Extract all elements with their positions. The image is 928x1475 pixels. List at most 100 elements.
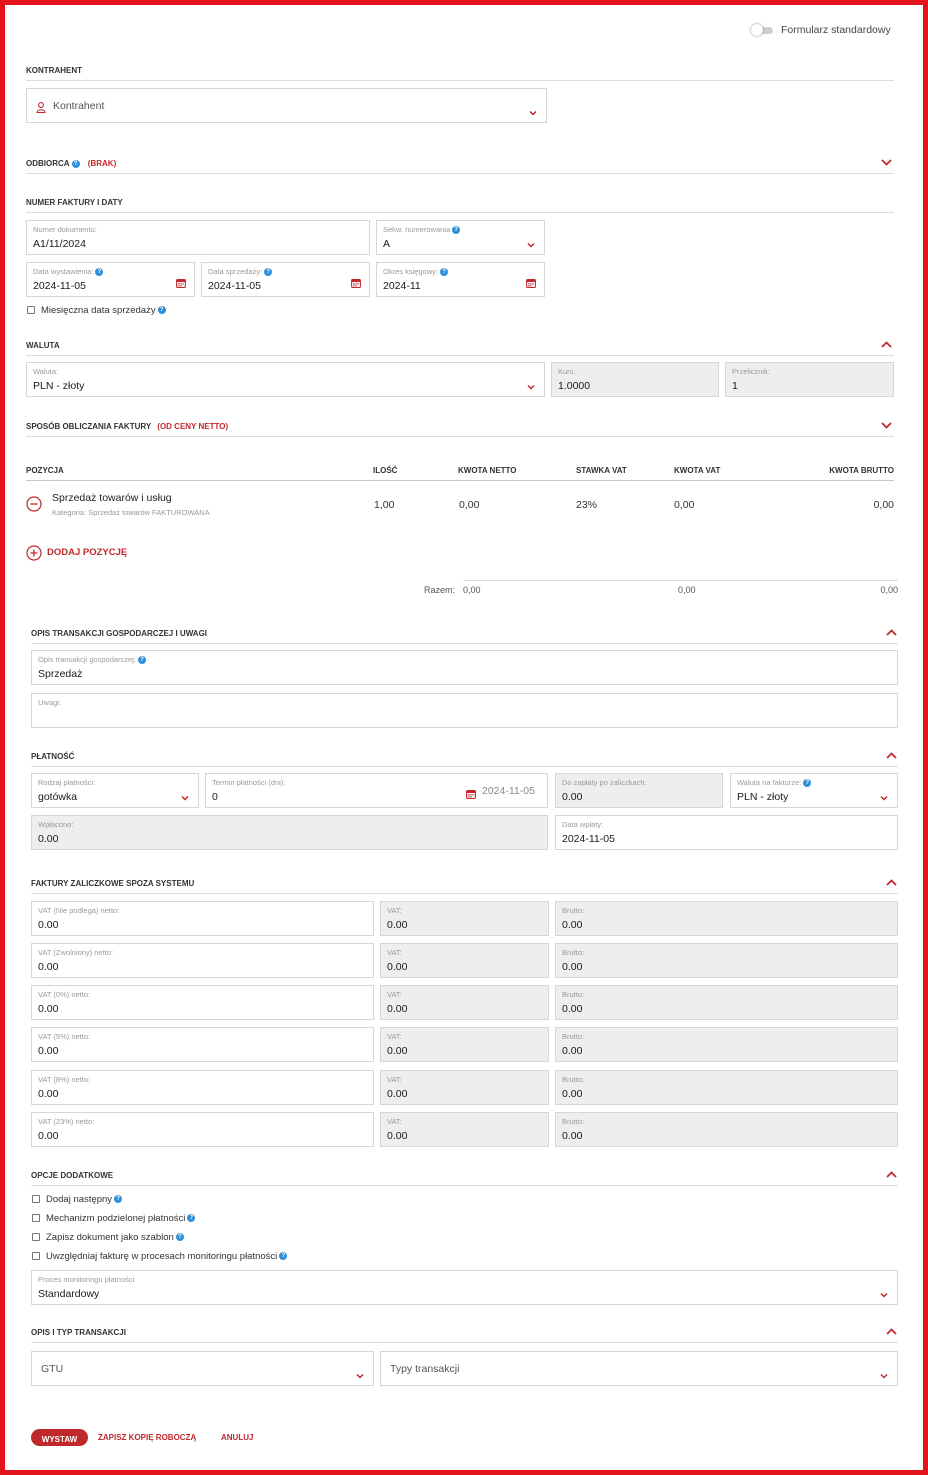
field-label: Brutto: [562, 1075, 585, 1084]
field-value: 1 [732, 380, 738, 392]
field-value: 0.00 [38, 1130, 59, 1142]
field-label: Brutto: [562, 906, 585, 915]
invoice-currency-select[interactable]: Waluta na fakturze:? PLN - złoty [730, 773, 898, 808]
field-label: VAT: [387, 1032, 402, 1041]
field-label: Brutto: [562, 1032, 585, 1041]
monthly-sale-date-checkbox[interactable] [27, 306, 35, 314]
payment-type-select[interactable]: Rodzaj płatności: gotówka [31, 773, 199, 808]
field-value: gotówka [38, 791, 78, 803]
advance-gross-field: Brutto: 0.00 [555, 901, 898, 936]
advance-vat-field: VAT: 0.00 [380, 1070, 549, 1105]
split-payment-label: Mechanizm podzielonej płatności? [46, 1213, 196, 1224]
chevron-down-icon [527, 377, 535, 395]
advance-net-field[interactable]: VAT (Zwolniony) netto: 0.00 [31, 943, 374, 978]
advance-vat-field: VAT: 0.00 [380, 1112, 549, 1147]
save-draft-button[interactable]: ZAPISZ KOPIĘ ROBOCZĄ [98, 1433, 196, 1442]
sale-date-field[interactable]: Data sprzedaży:? 2024-11-05 [201, 262, 370, 297]
document-number-field[interactable]: Numer dokumentu: A1/11/2024 [26, 220, 370, 255]
field-label: VAT (8%) netto: [38, 1075, 91, 1084]
divider [26, 436, 894, 437]
section-waluta: WALUTA [26, 341, 60, 350]
field-label: Rodzaj płatności: [38, 778, 96, 787]
row-category: Kategoria: Sprzedaż towarów FAKTUROWANA [52, 508, 210, 517]
calendar-icon[interactable] [351, 275, 361, 293]
field-value: 0.00 [387, 1045, 408, 1057]
gtu-placeholder: GTU [41, 1363, 64, 1375]
col-header-netto: KWOTA NETTO [458, 466, 517, 475]
section-sposob: SPOSÓB OBLICZANIA FAKTURY (OD CENY NETTO… [26, 422, 228, 431]
field-label: Opis transakcji gospodarczej:? [38, 655, 146, 665]
issue-button[interactable]: WYSTAW [31, 1429, 88, 1446]
field-value: 0.00 [387, 1003, 408, 1015]
transaction-description-field[interactable]: Opis transakcji gospodarczej:? Sprzedaż [31, 650, 898, 685]
monitoring-process-select[interactable]: Proces monitoringu płatności Standardowy [31, 1270, 898, 1305]
payment-due-date: 2024-11-05 [482, 785, 535, 797]
advance-net-field[interactable]: VAT (0%) netto: 0.00 [31, 985, 374, 1020]
advance-net-field[interactable]: VAT (Nie podlega) netto: 0.00 [31, 901, 374, 936]
divider [26, 212, 894, 213]
odbiorca-expand-chevron-icon[interactable] [881, 159, 893, 169]
opcje-collapse-chevron-icon[interactable] [886, 1171, 898, 1181]
field-label: VAT (5%) netto: [38, 1032, 91, 1041]
advance-net-field[interactable]: VAT (8%) netto: 0.00 [31, 1070, 374, 1105]
calendar-icon[interactable] [526, 275, 536, 293]
payment-monitoring-checkbox[interactable] [32, 1252, 40, 1260]
issue-date-field[interactable]: Data wystawienia:? 2024-11-05 [26, 262, 195, 297]
currency-select[interactable]: Waluta: PLN - złoty [26, 362, 545, 397]
field-label: VAT (Nie podlega) netto: [38, 906, 120, 915]
advance-net-field[interactable]: VAT (23%) netto: 0.00 [31, 1112, 374, 1147]
field-label: Brutto: [562, 990, 585, 999]
advance-net-field[interactable]: VAT (5%) netto: 0.00 [31, 1027, 374, 1062]
payment-date-field[interactable]: Data wpłaty: 2024-11-05 [555, 815, 898, 850]
sum-vat: 0,00 [678, 585, 696, 595]
advance-gross-field: Brutto: 0.00 [555, 985, 898, 1020]
notes-field[interactable]: Uwagi: [31, 693, 898, 728]
calendar-icon[interactable] [466, 786, 476, 804]
waluta-collapse-chevron-icon[interactable] [881, 341, 893, 351]
remove-row-icon[interactable] [26, 496, 42, 517]
row-name[interactable]: Sprzedaż towarów i usług [52, 492, 172, 504]
gtu-select[interactable]: GTU [31, 1351, 374, 1386]
chevron-down-icon [527, 235, 535, 253]
divider [31, 643, 898, 644]
field-value: 0.00 [562, 791, 583, 803]
field-value: 2024-11-05 [33, 280, 86, 292]
accounting-period-field[interactable]: Okres księgowy:? 2024-11 [376, 262, 545, 297]
field-value: 0.00 [38, 833, 59, 845]
field-label: Data sprzedaży:? [208, 267, 273, 277]
standard-form-label: Formularz standardowy [781, 24, 891, 36]
user-icon [36, 100, 46, 118]
field-value: Sprzedaż [38, 668, 83, 680]
cancel-button[interactable]: ANULUJ [221, 1433, 253, 1442]
field-value: 0.00 [562, 1130, 583, 1142]
standard-form-toggle[interactable] [751, 24, 775, 36]
field-label: Waluta na fakturze:? [737, 778, 812, 788]
help-icon[interactable]: ? [71, 159, 80, 168]
payment-term-field[interactable]: Termin płatności (dni): 0 2024-11-05 [205, 773, 548, 808]
split-payment-checkbox[interactable] [32, 1214, 40, 1222]
help-icon: ? [264, 268, 273, 277]
odbiorca-title: ODBIORCA [26, 159, 70, 168]
field-label: Uwagi: [38, 698, 61, 707]
transaction-types-select[interactable]: Typy transakcji [380, 1351, 898, 1386]
save-template-checkbox[interactable] [32, 1233, 40, 1241]
calendar-icon[interactable] [176, 275, 186, 293]
add-next-checkbox[interactable] [32, 1195, 40, 1203]
field-value: 0.00 [38, 919, 59, 931]
typ-collapse-chevron-icon[interactable] [886, 1328, 898, 1338]
section-zaliczki: FAKTURY ZALICZKOWE SPOZA SYSTEMU [31, 879, 195, 888]
kontrahent-select[interactable]: Kontrahent [26, 88, 547, 123]
exchange-rate-field: Kurs: 1.0000 [551, 362, 719, 397]
divider [31, 1342, 898, 1343]
numbering-sequence-select[interactable]: Sekw. numerowania? A [376, 220, 545, 255]
field-value: 0.00 [387, 961, 408, 973]
field-value: 0.00 [562, 961, 583, 973]
field-value: A [383, 238, 391, 250]
platnosc-collapse-chevron-icon[interactable] [886, 752, 898, 762]
sposob-expand-chevron-icon[interactable] [881, 422, 893, 432]
add-next-label: Dodaj następny? [46, 1194, 123, 1205]
zaliczki-collapse-chevron-icon[interactable] [886, 879, 898, 889]
col-header-vat: KWOTA VAT [674, 466, 721, 475]
save-template-label: Zapisz dokument jako szablon? [46, 1232, 184, 1243]
opis-collapse-chevron-icon[interactable] [886, 629, 898, 639]
